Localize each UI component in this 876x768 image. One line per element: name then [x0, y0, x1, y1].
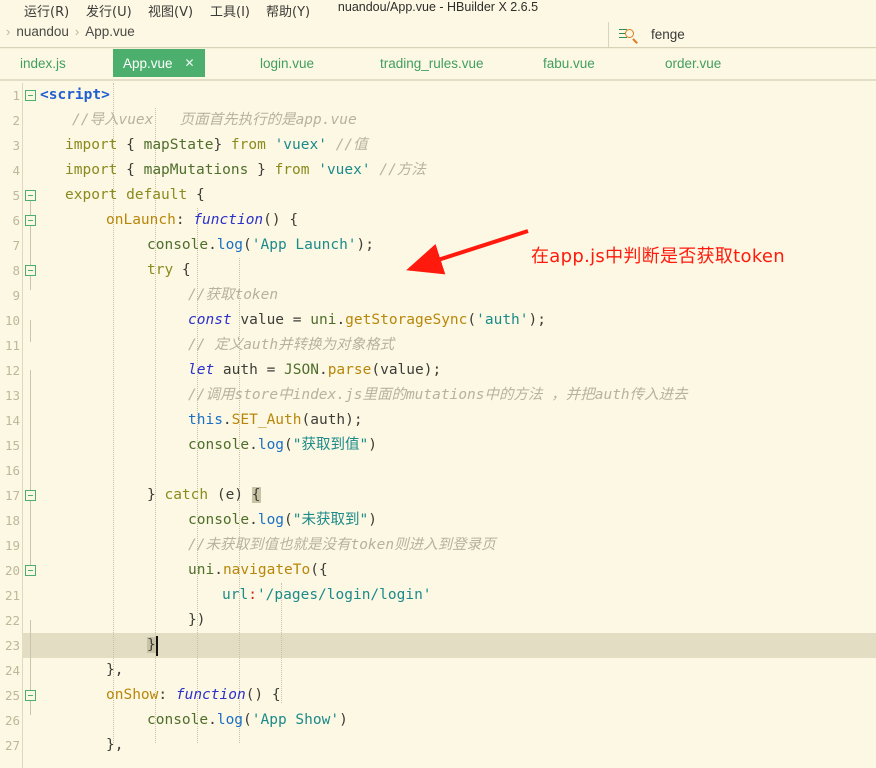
divider	[22, 83, 23, 768]
line-number: 27	[4, 738, 20, 753]
fold-toggle-icon[interactable]	[25, 190, 36, 201]
line-number: 17	[4, 488, 20, 503]
search-box[interactable]: fenge	[608, 22, 870, 47]
line-number: 11	[4, 338, 20, 353]
code-line-18[interactable]: console.log("未获取到")	[188, 508, 377, 533]
line-number: 22	[4, 613, 20, 628]
code-editor[interactable]: 1 2 3 4 5 6 7 8 9 10 11 12 13 14 15 16 1…	[0, 83, 876, 768]
line-number: 23	[4, 638, 20, 653]
code-line-13[interactable]: //调用store中index.js里面的mutations中的方法 ，并把au…	[188, 383, 688, 408]
breadcrumb-item-file[interactable]: App.vue	[85, 24, 135, 39]
line-number: 25	[4, 688, 20, 703]
code-line-27[interactable]: },	[106, 733, 123, 758]
breadcrumb-bar: › nuandou › App.vue fenge	[0, 20, 876, 48]
line-number: 6	[12, 213, 20, 228]
fold-toggle-icon[interactable]	[25, 565, 36, 576]
code-line-25[interactable]: onShow: function() {	[106, 683, 281, 708]
line-number: 7	[12, 238, 20, 253]
line-number: 2	[12, 113, 20, 128]
fold-toggle-icon[interactable]	[25, 90, 36, 101]
code-line-11[interactable]: // 定义auth并转换为对象格式	[188, 333, 394, 358]
code-line-26[interactable]: console.log('App Show')	[147, 708, 348, 733]
code-line-15[interactable]: console.log("获取到值")	[188, 433, 377, 458]
code-line-24[interactable]: },	[106, 658, 123, 683]
close-icon[interactable]: ✕	[185, 56, 195, 70]
breadcrumb: › nuandou › App.vue	[6, 24, 135, 39]
code-line-1[interactable]: <script>	[40, 83, 110, 108]
line-number: 14	[4, 413, 20, 428]
line-number: 26	[4, 713, 20, 728]
line-number: 20	[4, 563, 20, 578]
window-title: nuandou/App.vue - HBuilder X 2.6.5	[337, 0, 539, 14]
fold-toggle-icon[interactable]	[25, 215, 36, 226]
tab-trading-rules-vue[interactable]: trading_rules.vue	[370, 49, 494, 77]
code-line-21[interactable]: url:'/pages/login/login'	[222, 583, 432, 608]
code-line-23[interactable]: }	[147, 633, 156, 658]
line-number: 5	[12, 188, 20, 203]
code-line-4[interactable]: import { mapMutations } from 'vuex' //方法	[65, 158, 426, 183]
code-line-12[interactable]: let auth = JSON.parse(value);	[188, 358, 441, 383]
tab-label: fabu.vue	[543, 55, 595, 71]
code-line-19[interactable]: //未获取到值也就是没有token则进入到登录页	[188, 533, 496, 558]
chevron-right-icon: ›	[6, 24, 11, 39]
fold-toggle-icon[interactable]	[25, 490, 36, 501]
search-input-value[interactable]: fenge	[651, 27, 685, 42]
line-number: 8	[12, 263, 20, 278]
code-line-6[interactable]: onLaunch: function() {	[106, 208, 298, 233]
line-number: 19	[4, 538, 20, 553]
tab-index-js[interactable]: index.js	[10, 49, 76, 77]
code-line-22[interactable]: })	[188, 608, 205, 633]
code-line-10[interactable]: const value = uni.getStorageSync('auth')…	[188, 308, 546, 333]
code-line-2[interactable]: //导入vuex 页面首先执行的是app.vue	[72, 108, 357, 133]
line-number: 12	[4, 363, 20, 378]
divider	[0, 79, 876, 81]
tab-label: trading_rules.vue	[380, 55, 484, 71]
fold-guide	[30, 370, 31, 570]
code-line-3[interactable]: import { mapState} from 'vuex' //值	[65, 133, 368, 158]
code-line-5[interactable]: export default {	[65, 183, 205, 208]
fold-toggle-icon[interactable]	[25, 265, 36, 276]
tab-login-vue[interactable]: login.vue	[250, 49, 324, 77]
line-number: 1	[12, 88, 20, 103]
tab-fabu-vue[interactable]: fabu.vue	[533, 49, 605, 77]
line-number: 21	[4, 588, 20, 603]
tab-order-vue[interactable]: order.vue	[655, 49, 731, 77]
code-line-9[interactable]: //获取token	[188, 283, 278, 308]
line-number: 9	[12, 288, 20, 303]
code-line-20[interactable]: uni.navigateTo({	[188, 558, 328, 583]
breadcrumb-item-project[interactable]: nuandou	[16, 24, 69, 39]
chevron-right-icon: ›	[74, 24, 80, 39]
tab-label: index.js	[20, 55, 66, 71]
line-number: 4	[12, 163, 20, 178]
editor-tab-bar: index.js App.vue ✕ login.vue trading_rul…	[0, 49, 876, 81]
fold-guide	[30, 320, 31, 342]
code-line-7[interactable]: console.log('App Launch');	[147, 233, 374, 258]
fold-toggle-icon[interactable]	[25, 690, 36, 701]
line-number: 10	[4, 313, 20, 328]
tab-label: App.vue	[123, 55, 173, 71]
code-line-14[interactable]: this.SET_Auth(auth);	[188, 408, 363, 433]
menu-bar: 运行(R) 发行(U) 视图(V) 工具(I) 帮助(Y) nuandou/Ap…	[0, 0, 876, 20]
code-line-17[interactable]: } catch (e) {	[147, 483, 261, 508]
annotation-text: 在app.js中判断是否获取token	[531, 246, 786, 267]
code-line-8[interactable]: try {	[147, 258, 191, 283]
line-number: 16	[4, 463, 20, 478]
line-number: 24	[4, 663, 20, 678]
line-number: 15	[4, 438, 20, 453]
text-caret	[156, 636, 158, 656]
line-number: 18	[4, 513, 20, 528]
search-icon	[619, 26, 638, 44]
line-number: 3	[12, 138, 20, 153]
line-number: 13	[4, 388, 20, 403]
tab-label: login.vue	[260, 55, 315, 71]
tab-label: order.vue	[665, 55, 722, 71]
tab-app-vue[interactable]: App.vue ✕	[113, 49, 205, 77]
